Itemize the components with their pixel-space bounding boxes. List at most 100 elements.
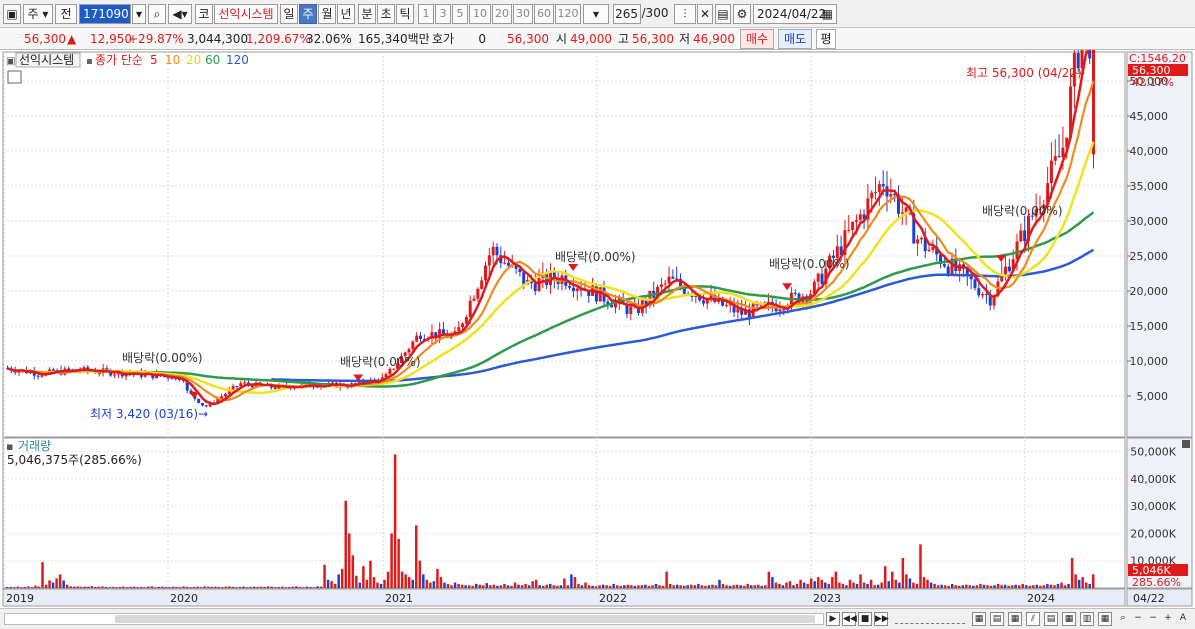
volume-bar <box>157 586 161 588</box>
interval-60-button[interactable]: 60 <box>534 4 554 24</box>
candle-body <box>1057 156 1061 158</box>
window-menu-icon[interactable]: ▣ <box>3 4 21 24</box>
forward-icon[interactable]: ▶▶ <box>874 612 889 626</box>
volume-bar <box>259 586 263 588</box>
volume-bar <box>637 585 640 588</box>
candle-body <box>170 378 174 380</box>
search-icon[interactable]: ⌕ <box>148 4 166 24</box>
date-input[interactable]: 2024/04/22 ▦ <box>753 4 837 24</box>
volume-bar <box>415 525 418 588</box>
zoom-slider[interactable] <box>895 614 965 624</box>
period-second-button[interactable]: 초 <box>377 4 395 24</box>
volume-bar <box>1046 583 1049 588</box>
rewind-icon[interactable]: ◀◀ <box>842 612 857 626</box>
candle-body <box>235 386 239 388</box>
zoom-in-icon[interactable]: + <box>1161 612 1175 626</box>
candle-type-icon[interactable]: ⫶ <box>674 4 696 24</box>
volume-pane[interactable] <box>2 437 1126 589</box>
tool-icon-6[interactable]: ▦ <box>1062 612 1076 626</box>
sell-button[interactable]: 매도 <box>778 29 812 49</box>
price-tick-label: 40,000 <box>1130 145 1169 158</box>
interval-1-button[interactable]: 1 <box>418 4 434 24</box>
tool-icon-5[interactable]: ▤ <box>1044 612 1058 626</box>
font-size-icon[interactable]: A <box>1176 612 1190 626</box>
stock-code-input[interactable]: 171090 <box>79 4 131 24</box>
volume-pane-close-icon[interactable] <box>1182 440 1190 448</box>
volume-bar <box>192 586 196 588</box>
volume-bar <box>862 582 866 588</box>
code-dropdown-icon[interactable]: ▾ <box>132 4 146 24</box>
period-year-button[interactable]: 년 <box>337 4 355 24</box>
save-icon[interactable]: ▤ <box>715 4 731 24</box>
price-tick-label: 15,000 <box>1130 320 1169 333</box>
indicator-icon[interactable]: ✕ <box>697 4 713 24</box>
tool-icon-3[interactable]: ▦ <box>1008 612 1022 626</box>
candle-body <box>858 214 862 221</box>
volume-bar <box>214 586 217 588</box>
tool-icon-2[interactable]: ▤ <box>990 612 1004 626</box>
interval-20-button[interactable]: 20 <box>492 4 512 24</box>
volume-bar <box>668 583 672 588</box>
volume-bar <box>6 586 9 588</box>
high-arrow-icon: → <box>1075 66 1085 80</box>
period-month-button[interactable]: 월 <box>318 4 336 24</box>
scroll-right-icon[interactable]: ▶ <box>826 612 840 626</box>
candle-body <box>694 295 698 297</box>
minus-icon[interactable]: − <box>1146 612 1160 626</box>
volume-bar <box>400 571 404 588</box>
interval-dropdown[interactable]: ▾ <box>583 4 609 24</box>
period-week-button[interactable]: 주 <box>299 4 317 24</box>
eval-button[interactable]: 평 <box>816 29 836 49</box>
candle-body <box>1023 230 1027 242</box>
volume-bar <box>933 583 936 588</box>
volume-bar <box>654 583 658 588</box>
chart-svg[interactable]: 50,00045,00040,00035,00030,00025,00020,0… <box>0 6 1195 608</box>
interval-10-button[interactable]: 10 <box>469 4 491 24</box>
kind-button[interactable]: 전 <box>55 4 77 24</box>
volume-bar <box>781 585 785 588</box>
tool-icon-7[interactable]: ▥ <box>1080 612 1094 626</box>
candle-body <box>854 220 858 222</box>
interval-120-button[interactable]: 120 <box>555 4 581 24</box>
buy-button[interactable]: 매수 <box>740 29 774 49</box>
market-select[interactable]: 주 ▾ <box>23 4 53 24</box>
chevron-down-icon: ▾ <box>592 7 600 21</box>
candle-body <box>671 276 675 279</box>
tool-icon-4[interactable]: ⫽ <box>1026 612 1040 626</box>
volume-bar <box>876 584 880 588</box>
volume-bar <box>929 582 933 588</box>
volume-bar <box>693 585 697 588</box>
scroll-thumb[interactable] <box>115 615 815 623</box>
volume-tick-label: 50,000K <box>1130 446 1176 459</box>
sound-icon[interactable]: ◀▾ <box>168 4 192 24</box>
volume-bar <box>880 582 883 588</box>
volume-bar <box>524 583 527 588</box>
scroll-track[interactable] <box>4 613 824 625</box>
period-minute-button[interactable]: 분 <box>358 4 376 24</box>
volume-bar <box>725 585 728 588</box>
volume-bar <box>376 582 379 588</box>
interval-30-button[interactable]: 30 <box>513 4 533 24</box>
magnifier-icon[interactable]: ⌕ <box>1116 612 1130 626</box>
volume-last-pct: 285.66% <box>1132 576 1181 589</box>
tool-icon-1[interactable]: ▦ <box>972 612 986 626</box>
chart-area[interactable]: 50,000 45,000 40,000 35,000 30,000 25,000 20,0… <box>0 6 1195 610</box>
period-tick-button[interactable]: 틱 <box>396 4 414 24</box>
count-input[interactable]: 265 <box>613 4 641 24</box>
interval-3-button[interactable]: 3 <box>435 4 451 24</box>
tool-icon-8[interactable]: ▦ <box>1098 612 1112 626</box>
volume-bar <box>471 585 474 588</box>
settings-gear-icon[interactable]: ⚙ <box>733 4 751 24</box>
period-day-button[interactable]: 일 <box>280 4 298 24</box>
volume-bar <box>799 579 802 588</box>
volume-bar <box>993 585 996 588</box>
date-value: 2024/04/22 <box>757 7 827 21</box>
stop-icon[interactable]: ■ <box>858 612 872 626</box>
grid-toggle-icon[interactable] <box>7 70 22 84</box>
dividend-note-2021: 배당락(0.00%) <box>555 250 636 264</box>
zoom-out-icon[interactable]: − <box>1131 612 1145 626</box>
volume-bar <box>926 579 929 588</box>
candle-body <box>231 386 235 390</box>
interval-5-button[interactable]: 5 <box>452 4 468 24</box>
candle-body <box>468 300 472 318</box>
